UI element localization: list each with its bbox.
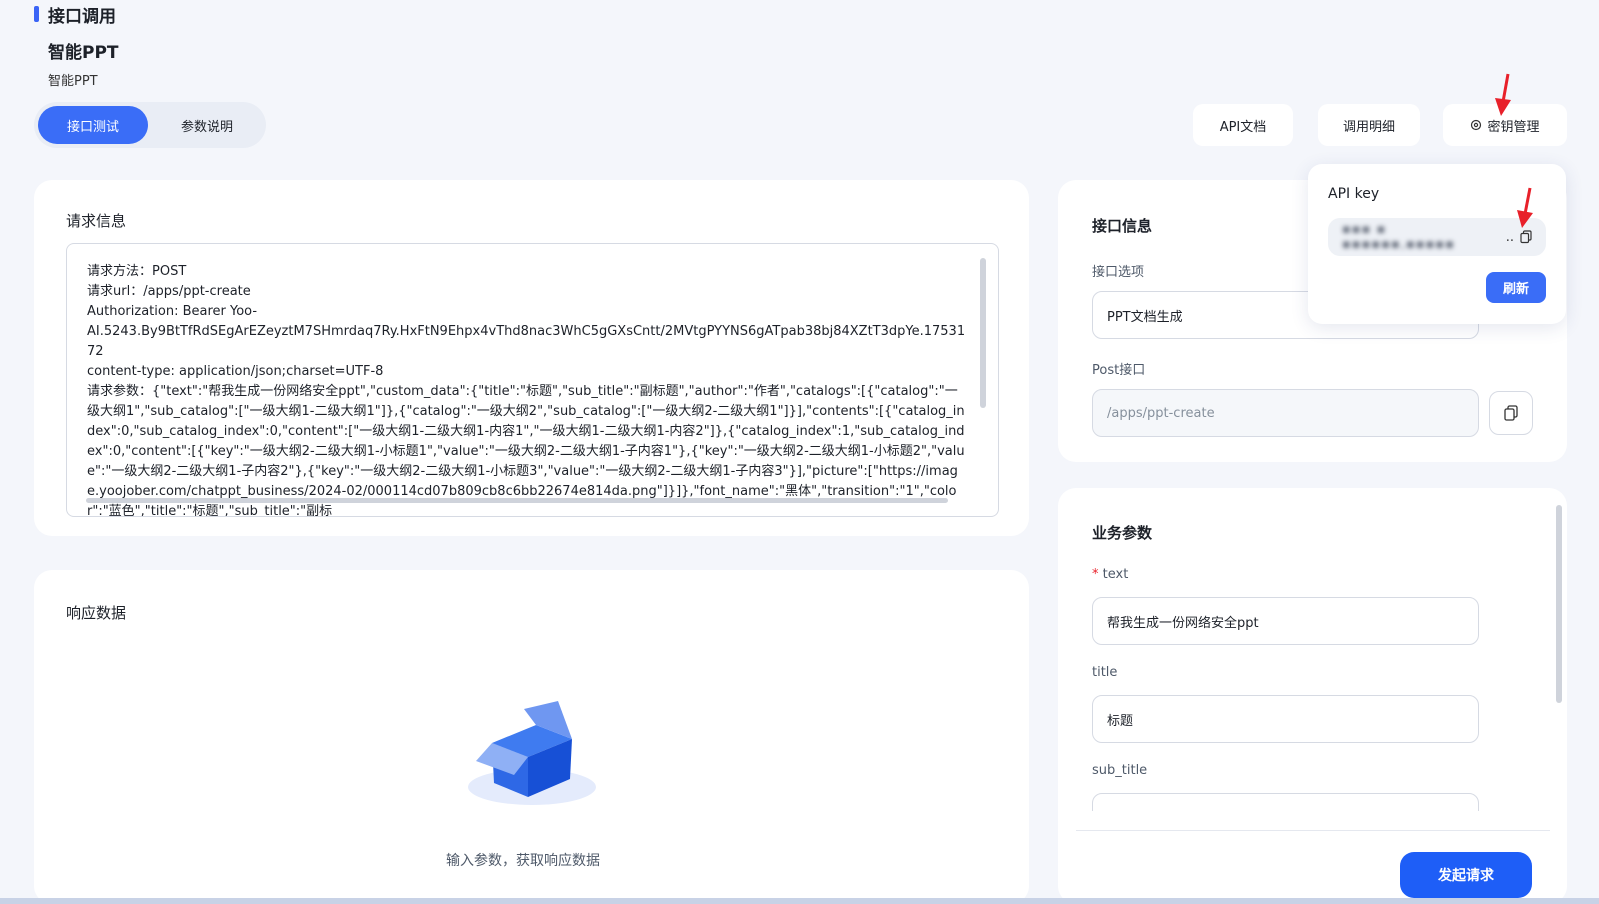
request-title: 请求信息 (66, 212, 127, 230)
interface-info-title: 接口信息 (1092, 217, 1153, 235)
title-param-value: 标题 (1107, 713, 1134, 729)
required-mark: * (1092, 567, 1099, 582)
title-accent-bar (34, 6, 39, 22)
api-key-value: ▪▪▪ ▪ ▪▪▪▪▪▪,▪▪▪▪▪ (1342, 222, 1456, 252)
params-divider (1076, 830, 1550, 831)
sub-title-param-label: sub_title (1092, 763, 1148, 778)
text-param-name: text (1102, 567, 1129, 582)
sub-title-param-clip (1092, 793, 1479, 811)
copy-post-button[interactable] (1489, 391, 1533, 435)
api-name: 智能PPT (48, 43, 119, 63)
response-empty-text: 输入参数，获取响应数据 (446, 853, 600, 869)
request-vertical-scrollbar[interactable] (980, 258, 986, 408)
request-text: 请求方法：POST 请求url：/apps/ppt-create Authori… (87, 264, 966, 517)
bottom-border (0, 898, 1599, 904)
response-title: 响应数据 (66, 604, 127, 622)
request-textarea[interactable]: 请求方法：POST 请求url：/apps/ppt-create Authori… (66, 243, 999, 517)
params-scrollbar[interactable] (1556, 505, 1562, 703)
text-param-label: * text (1092, 567, 1128, 582)
biz-params-title: 业务参数 (1092, 524, 1153, 542)
request-horizontal-scrollbar[interactable] (86, 498, 948, 503)
title-param-label: title (1092, 665, 1118, 680)
tab-api-test[interactable]: 接口测试 (38, 106, 148, 144)
call-detail-button[interactable]: 调用明细 (1318, 104, 1420, 146)
page-title: 接口调用 (48, 7, 116, 27)
gear-icon (1470, 119, 1482, 131)
empty-box-icon (462, 695, 602, 819)
sub-title-param-input[interactable] (1092, 793, 1479, 811)
api-key-label: API key (1328, 186, 1380, 202)
interface-option-value: PPT文档生成 (1107, 309, 1183, 325)
copy-icon (1504, 405, 1518, 421)
post-interface-value: /apps/ppt-create (1107, 405, 1215, 421)
tab-param-doc[interactable]: 参数说明 (154, 106, 260, 144)
text-param-value: 帮我生成一份网络安全ppt (1107, 615, 1259, 631)
annotation-arrow-icon (1510, 186, 1540, 236)
api-description: 智能PPT (48, 74, 98, 89)
submit-request-button[interactable]: 发起请求 (1400, 852, 1532, 898)
api-doc-button[interactable]: API文档 (1193, 104, 1293, 146)
text-param-input[interactable]: 帮我生成一份网络安全ppt (1092, 597, 1479, 645)
post-interface-label: Post接口 (1092, 363, 1146, 378)
tab-switcher: 接口测试 参数说明 (34, 102, 266, 148)
title-param-input[interactable]: 标题 (1092, 695, 1479, 743)
interface-option-label: 接口选项 (1092, 265, 1145, 280)
post-interface-field[interactable]: /apps/ppt-create (1092, 389, 1479, 437)
annotation-arrow-icon (1488, 72, 1518, 122)
refresh-key-button[interactable]: 刷新 (1486, 272, 1546, 303)
